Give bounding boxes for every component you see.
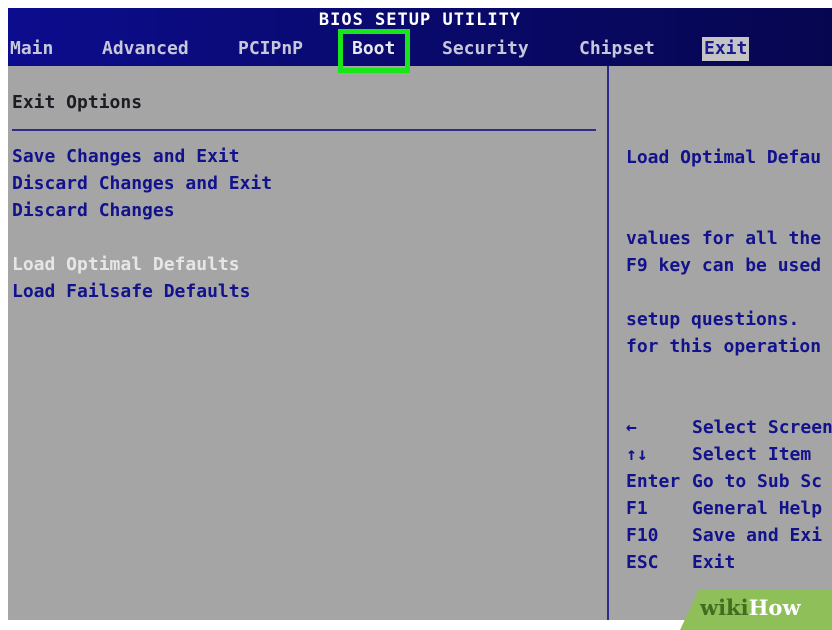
tab-boot[interactable]: Boot <box>352 37 395 61</box>
tab-advanced[interactable]: Advanced <box>102 37 189 61</box>
bios-screen: BIOS SETUP UTILITY Main Advanced PCIPnP … <box>8 8 832 620</box>
help-text-f9: F9 key can be used for this operation <box>626 198 832 414</box>
option-load-failsafe-defaults[interactable]: Load Failsafe Defaults <box>12 281 250 302</box>
section-title: Exit Options <box>12 92 143 113</box>
watermark-part1: wiki <box>700 595 749 620</box>
option-discard-changes[interactable]: Discard Changes <box>12 200 175 221</box>
key-legend-row: Enter Go to Sub Sc <box>626 468 832 495</box>
watermark-part2: How <box>748 595 801 620</box>
help-panel-divider <box>607 66 609 620</box>
option-save-changes-and-exit[interactable]: Save Changes and Exit <box>12 146 240 167</box>
key-desc: Go to Sub Sc <box>692 471 823 492</box>
wikihow-watermark: wikiHow <box>700 595 801 620</box>
key-name: Enter <box>626 471 681 492</box>
left-arrow-icon: ← <box>626 417 637 438</box>
help-line: Load Optimal Defau <box>626 147 822 168</box>
key-legend-row: ESC Exit <box>626 549 832 576</box>
key-name: ESC <box>626 552 659 573</box>
up-down-arrow-icon: ↑↓ <box>626 444 648 465</box>
option-discard-changes-and-exit[interactable]: Discard Changes and Exit <box>12 173 272 194</box>
key-legend-row: F1 General Help <box>626 495 832 522</box>
key-name: F10 <box>626 525 659 546</box>
key-desc: Select Item <box>692 444 812 465</box>
key-desc: Select Screen <box>692 417 832 438</box>
section-divider <box>12 129 596 131</box>
key-desc: Save and Exi <box>692 525 823 546</box>
key-legend-row: ← Select Screen <box>626 414 832 441</box>
help-line: F9 key can be used <box>626 255 822 276</box>
key-legend-row: F10 Save and Exi <box>626 522 832 549</box>
tab-security[interactable]: Security <box>442 37 529 61</box>
tab-pcipnp[interactable]: PCIPnP <box>238 37 303 61</box>
bios-title: BIOS SETUP UTILITY <box>318 10 522 28</box>
option-load-optimal-defaults[interactable]: Load Optimal Defaults <box>12 254 240 275</box>
tab-exit[interactable]: Exit <box>702 37 750 61</box>
key-legend: ← Select Screen ↑↓ Select Item Enter Go to … <box>626 414 832 576</box>
tab-main[interactable]: Main <box>10 37 53 61</box>
key-name: F1 <box>626 498 648 519</box>
key-legend-row: ↑↓ Select Item <box>626 441 832 468</box>
key-desc: Exit <box>692 552 736 573</box>
tab-chipset[interactable]: Chipset <box>579 37 655 61</box>
menu-bar: BIOS SETUP UTILITY Main Advanced PCIPnP … <box>8 8 832 66</box>
key-desc: General Help <box>692 498 823 519</box>
help-line: for this operation <box>626 336 822 357</box>
